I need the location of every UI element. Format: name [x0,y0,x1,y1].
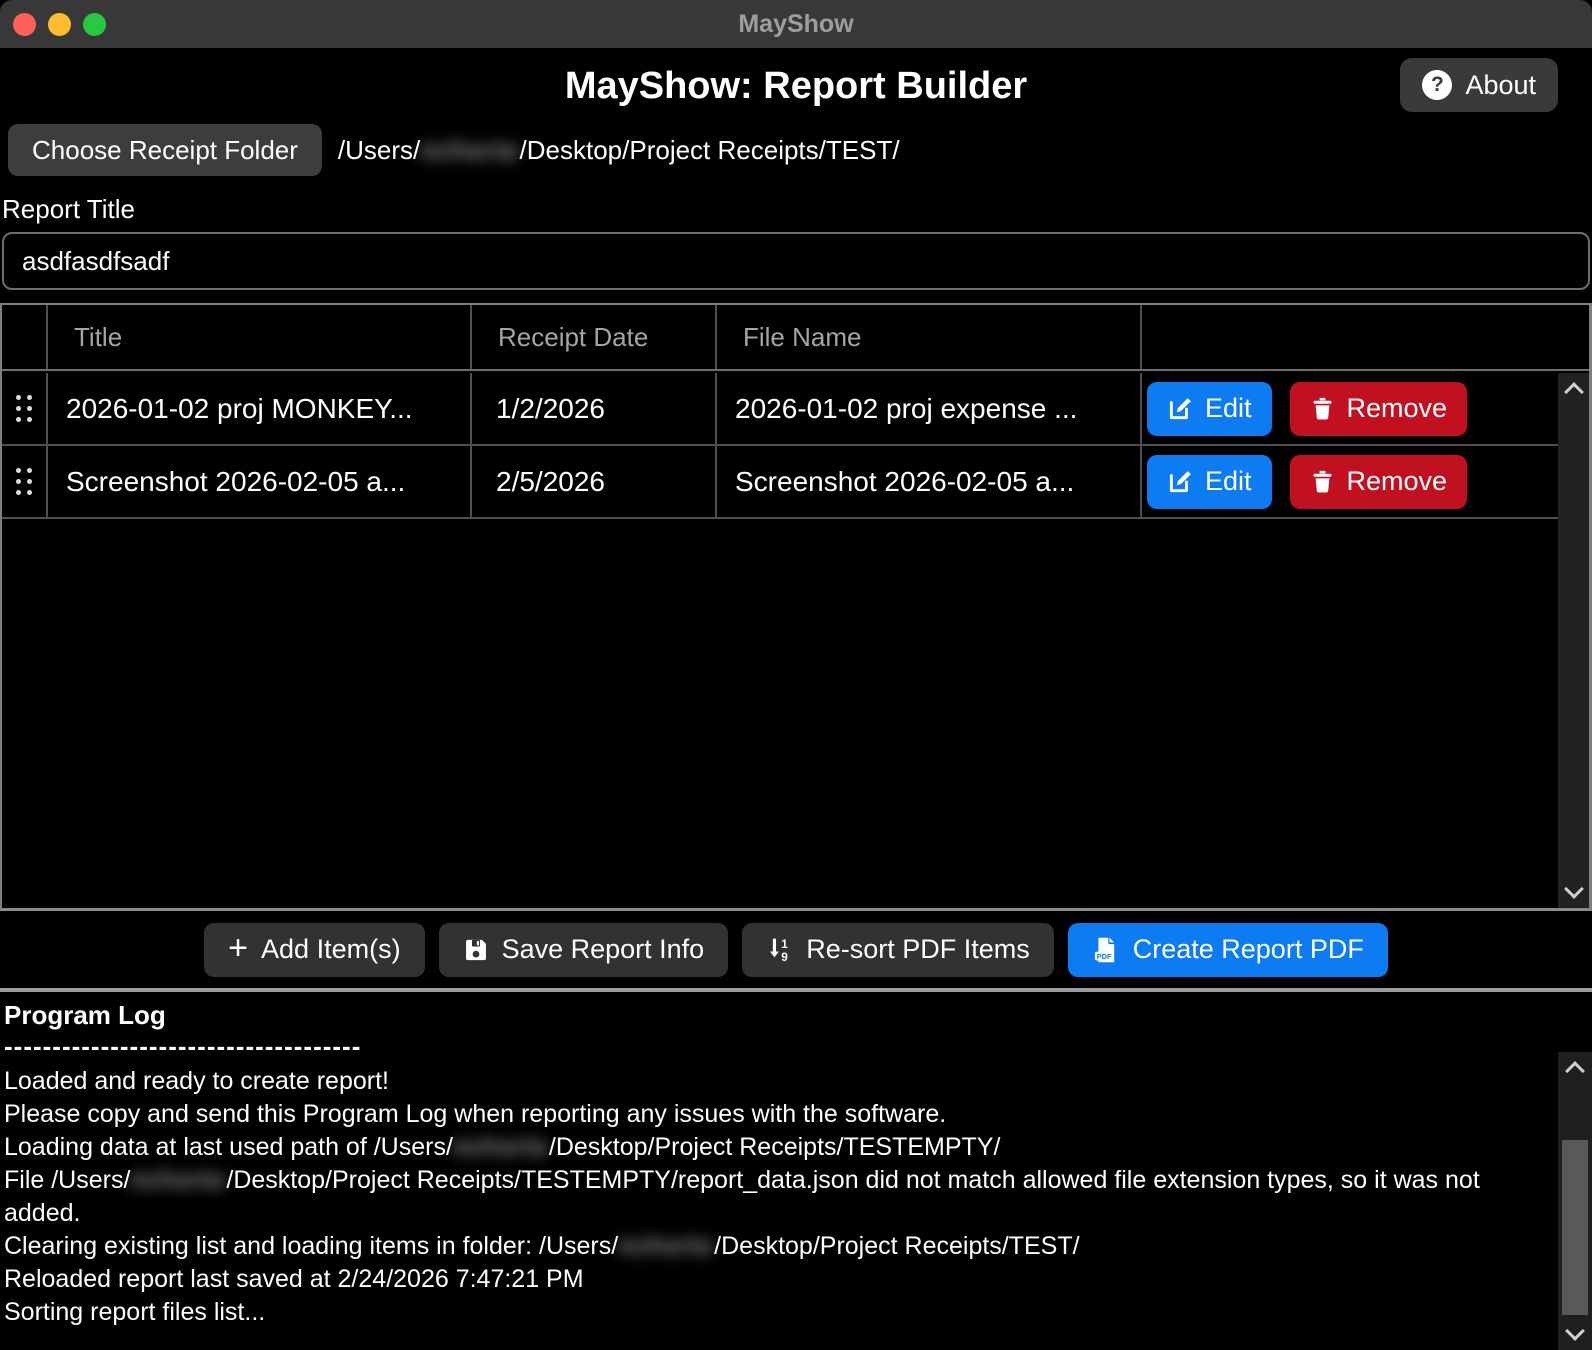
scroll-down-icon[interactable] [1564,879,1584,899]
table-body: 2026-01-02 proj MONKEY... 1/2/2026 2026-… [2,373,1558,908]
row-title: 2026-01-02 proj MONKEY... [48,373,472,444]
column-header-receipt-date: Receipt Date [472,305,717,369]
log-line: File /Users/nchsrto/Desktop/Project Rece… [4,1164,1537,1230]
floppy-save-icon [463,937,489,963]
drag-dots-icon [16,395,32,422]
resort-pdf-items-button[interactable]: 1 9 Re-sort PDF Items [742,923,1054,977]
row-file-name: 2026-01-02 proj expense ... [717,373,1142,444]
column-header-handle [2,305,48,369]
log-lines: Loaded and ready to create report!Please… [4,1065,1592,1329]
edit-pencil-icon [1167,396,1193,422]
drag-handle[interactable] [2,446,48,517]
table-header-row: Title Receipt Date File Name [2,305,1589,371]
svg-text:1: 1 [781,937,788,951]
redacted-text: nchsrto [130,1166,226,1194]
log-divider: ------------------------------------- [4,1031,1592,1061]
column-header-title: Title [48,305,472,369]
edit-pencil-icon [1167,469,1193,495]
log-line: Please copy and send this Program Log wh… [4,1098,1537,1131]
log-scroll-thumb[interactable] [1562,1140,1588,1315]
remove-button-label: Remove [1347,466,1448,497]
remove-button[interactable]: Remove [1290,382,1468,436]
remove-button-label: Remove [1347,393,1448,424]
zoom-button[interactable] [83,13,106,36]
edit-button-label: Edit [1205,466,1252,497]
drag-dots-icon [16,468,32,495]
edit-button[interactable]: Edit [1147,455,1272,509]
column-header-actions [1142,305,1589,369]
row-receipt-date: 1/2/2026 [472,373,717,444]
action-toolbar: + Add Item(s) Save Report Info 1 9 Re-so… [0,911,1592,988]
minimize-button[interactable] [48,13,71,36]
redacted-text: nchsrto [420,135,519,165]
trash-icon [1310,469,1335,494]
save-report-info-button[interactable]: Save Report Info [439,923,729,977]
program-log-heading: Program Log [4,1000,1592,1031]
row-file-name: Screenshot 2026-02-05 a... [717,446,1142,517]
choose-receipt-folder-button[interactable]: Choose Receipt Folder [8,124,322,176]
report-title-input[interactable] [2,232,1590,290]
about-button[interactable]: ? About [1400,58,1558,112]
create-report-pdf-label: Create Report PDF [1133,934,1364,965]
sort-numeric-down-icon: 1 9 [766,936,793,963]
items-table: Title Receipt Date File Name 2026-01-02 … [0,303,1592,911]
scroll-up-icon[interactable] [1564,382,1584,402]
redacted-text: nchsrto [453,1133,549,1161]
log-scrollbar[interactable] [1558,1052,1592,1350]
table-row: 2026-01-02 proj MONKEY... 1/2/2026 2026-… [2,373,1558,446]
save-report-info-label: Save Report Info [502,934,705,965]
drag-handle[interactable] [2,373,48,444]
add-items-button[interactable]: + Add Item(s) [204,923,424,977]
remove-button[interactable]: Remove [1290,455,1468,509]
pdf-file-icon: PDF [1092,936,1120,964]
log-line: Reloaded report last saved at 2/24/2026 … [4,1263,1537,1296]
edit-button-label: Edit [1205,393,1252,424]
log-line: Clearing existing list and loading items… [4,1230,1537,1263]
window-title: MayShow [738,10,853,39]
report-title-label: Report Title [2,194,1592,224]
program-log-panel: Program Log ----------------------------… [0,988,1592,1350]
traffic-lights [13,13,106,36]
create-report-pdf-button[interactable]: PDF Create Report PDF [1068,923,1388,977]
column-header-file-name: File Name [717,305,1142,369]
svg-text:PDF: PDF [1096,951,1111,960]
question-icon: ? [1422,70,1452,100]
log-scroll-down-icon[interactable] [1565,1321,1585,1341]
page-title: MayShow: Report Builder [0,48,1592,124]
about-button-label: About [1465,70,1536,101]
redacted-text: nchsrto [618,1232,714,1260]
row-receipt-date: 2/5/2026 [472,446,717,517]
receipt-folder-path: /Users/nchsrto/Desktop/Project Receipts/… [338,135,900,166]
log-line: Loaded and ready to create report! [4,1065,1537,1098]
svg-text:9: 9 [781,950,788,963]
table-row: Screenshot 2026-02-05 a... 2/5/2026 Scre… [2,446,1558,519]
log-scroll-up-icon[interactable] [1565,1061,1585,1081]
table-scrollbar[interactable] [1558,373,1589,908]
trash-icon [1310,396,1335,421]
log-line: Sorting report files list... [4,1296,1537,1329]
edit-button[interactable]: Edit [1147,382,1272,436]
add-items-label: Add Item(s) [261,934,401,965]
window-titlebar: MayShow [0,0,1592,48]
log-line: Loading data at last used path of /Users… [4,1131,1537,1164]
resort-pdf-items-label: Re-sort PDF Items [806,934,1030,965]
row-title: Screenshot 2026-02-05 a... [48,446,472,517]
close-button[interactable] [13,13,36,36]
